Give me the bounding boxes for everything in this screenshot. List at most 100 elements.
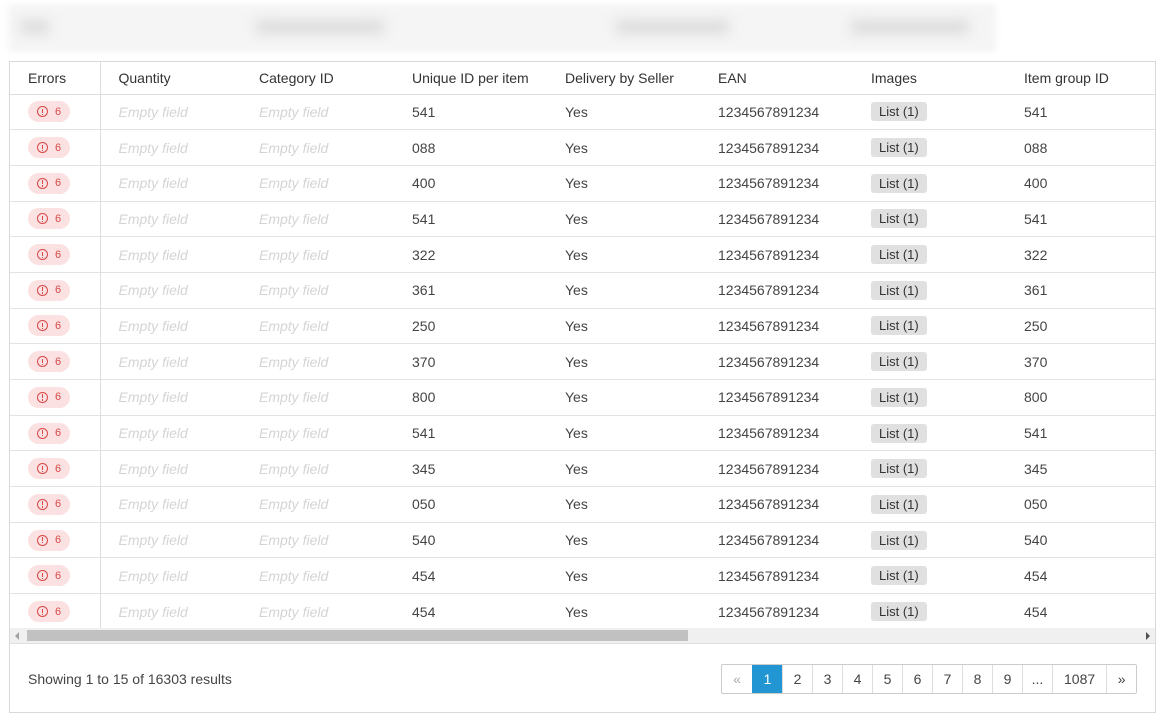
horizontal-scrollbar[interactable] [10, 628, 1155, 643]
images-list-button[interactable]: List (1) [871, 566, 927, 586]
images-list-button[interactable]: List (1) [871, 209, 927, 229]
pagination-page[interactable]: 6 [902, 665, 932, 693]
images-list-button[interactable]: List (1) [871, 138, 927, 158]
column-header[interactable]: Delivery by Seller [547, 62, 700, 95]
alert-circle-icon [37, 320, 48, 332]
table-row[interactable]: 6 Empty field Empty field 540 Yes 12345678912… [10, 521, 1155, 558]
pagination-page[interactable]: 9 [992, 665, 1022, 693]
error-badge[interactable]: 6 [28, 208, 71, 230]
images-list-button[interactable]: List (1) [871, 459, 927, 479]
images-list-button[interactable]: List (1) [871, 423, 927, 443]
table-row[interactable]: 6 Empty field Empty field 345 Yes 12345678912… [10, 450, 1155, 487]
column-header[interactable]: Images [853, 62, 1006, 95]
item-group-id-cell: 250 [1006, 307, 1155, 344]
ean-cell: 1234567891234 [718, 103, 820, 120]
error-badge[interactable]: 6 [28, 279, 71, 301]
error-badge[interactable]: 6 [28, 172, 71, 194]
table-row[interactable]: 6 Empty field Empty field 400 Yes 12345678912… [10, 164, 1155, 202]
error-badge[interactable]: 6 [28, 244, 71, 266]
unique-id-cell: 540 [394, 521, 547, 558]
delivery-cell: Yes [547, 307, 700, 344]
data-table-panel: Errors Quantity Category ID Unique ID per i… [9, 61, 1156, 713]
unique-id-cell: 088 [394, 129, 547, 166]
errors-cell: 6 [10, 164, 101, 202]
quantity-cell: Empty field [100, 414, 241, 451]
error-badge[interactable]: 6 [28, 529, 71, 551]
images-cell: List (1) [853, 164, 1006, 202]
error-badge[interactable]: 6 [28, 101, 71, 123]
pagination-page[interactable]: 7 [932, 665, 962, 693]
column-header[interactable]: Quantity [100, 62, 241, 95]
scrollbar-thumb[interactable] [27, 630, 688, 641]
unique-id-cell: 370 [394, 343, 547, 380]
pagination-page[interactable]: 1 [752, 665, 782, 693]
table-row[interactable]: 6 Empty field Empty field 322 Yes 12345678912… [10, 236, 1155, 273]
table-row[interactable]: 6 Empty field Empty field 541 Yes 12345678912… [10, 94, 1155, 130]
pagination-page[interactable]: 1087 [1052, 665, 1106, 693]
images-cell: List (1) [853, 236, 1006, 273]
images-list-button[interactable]: List (1) [871, 494, 927, 514]
arrow-left-icon[interactable] [15, 632, 19, 640]
item-group-id-cell: 088 [1006, 129, 1155, 166]
unique-id-cell: 541 [394, 414, 547, 451]
ean-cell: 1234567891234 [700, 307, 853, 344]
table-row[interactable]: 6 Empty field Empty field 454 Yes 12345678912… [10, 593, 1155, 628]
table-row[interactable]: 6 Empty field Empty field 050 Yes 12345678912… [10, 486, 1155, 523]
error-count: 6 [55, 391, 62, 404]
arrow-right-icon[interactable] [1146, 632, 1150, 640]
error-count: 6 [55, 427, 62, 440]
error-badge[interactable]: 6 [28, 422, 71, 444]
table-row[interactable]: 6 Empty field Empty field 088 Yes 12345678912… [10, 129, 1155, 166]
error-count: 6 [55, 569, 62, 582]
table-header-row: Errors Quantity Category ID Unique ID per i… [10, 62, 1155, 95]
table-row[interactable]: 6 Empty field Empty field 541 Yes 12345678912… [10, 200, 1155, 237]
pagination-page[interactable]: 8 [962, 665, 992, 693]
pagination-prev[interactable]: « [722, 665, 752, 693]
images-list-button[interactable]: List (1) [871, 102, 927, 122]
error-badge[interactable]: 6 [28, 315, 71, 337]
table-row[interactable]: 6 Empty field Empty field 454 Yes 12345678912… [10, 557, 1155, 594]
images-list-button[interactable]: List (1) [871, 316, 927, 336]
pagination-page[interactable]: 3 [812, 665, 842, 693]
pagination-page[interactable]: 5 [872, 665, 902, 693]
pagination-page[interactable]: ... [1022, 665, 1052, 693]
images-list-button[interactable]: List (1) [871, 602, 927, 622]
column-header[interactable]: Errors [10, 62, 101, 95]
error-badge[interactable]: 6 [28, 458, 71, 480]
category-id-cell: Empty field [241, 486, 394, 523]
delivery-cell: Yes [547, 486, 700, 523]
alert-circle-icon [37, 606, 48, 618]
pagination-next[interactable]: » [1106, 665, 1136, 693]
error-badge[interactable]: 6 [28, 565, 71, 587]
pagination-page[interactable]: 4 [842, 665, 872, 693]
images-list-button[interactable]: List (1) [871, 280, 927, 300]
error-badge[interactable]: 6 [28, 601, 71, 623]
column-header[interactable]: Unique ID per item [394, 62, 547, 95]
table-row[interactable]: 6 Empty field Empty field 541 Yes 12345678912… [10, 414, 1155, 451]
images-list-button[interactable]: List (1) [871, 245, 927, 265]
column-header[interactable]: EAN [700, 62, 853, 95]
table-row[interactable]: 6 Empty field Empty field 250 Yes 12345678912… [10, 307, 1155, 344]
table-scroll-area[interactable]: Errors Quantity Category ID Unique ID per i… [10, 62, 1155, 628]
images-list-button[interactable]: List (1) [871, 387, 927, 407]
errors-cell: 6 [10, 593, 101, 628]
error-count: 6 [55, 141, 62, 154]
quantity-cell: Empty field [100, 486, 241, 523]
images-list-button[interactable]: List (1) [871, 352, 927, 372]
error-badge[interactable]: 6 [28, 137, 71, 159]
alert-circle-icon [37, 249, 48, 261]
images-list-button[interactable]: List (1) [871, 173, 927, 193]
error-badge[interactable]: 6 [28, 493, 71, 515]
pagination-page[interactable]: 2 [782, 665, 812, 693]
column-header[interactable]: Category ID [241, 62, 394, 95]
error-badge[interactable]: 6 [28, 386, 71, 408]
error-badge[interactable]: 6 [28, 351, 71, 373]
table-row[interactable]: 6 Empty field Empty field 361 Yes 12345678912… [10, 271, 1155, 309]
ean-cell: 1234567891234 [700, 164, 853, 202]
images-list-button[interactable]: List (1) [871, 530, 927, 550]
column-header[interactable]: Item group ID [1006, 62, 1155, 95]
table-row[interactable]: 6 Empty field Empty field 800 Yes 12345678912… [10, 379, 1155, 416]
category-id-cell: Empty field [241, 557, 394, 594]
table-row[interactable]: 6 Empty field Empty field 370 Yes 12345678912… [10, 343, 1155, 380]
alert-circle-icon [37, 106, 48, 118]
